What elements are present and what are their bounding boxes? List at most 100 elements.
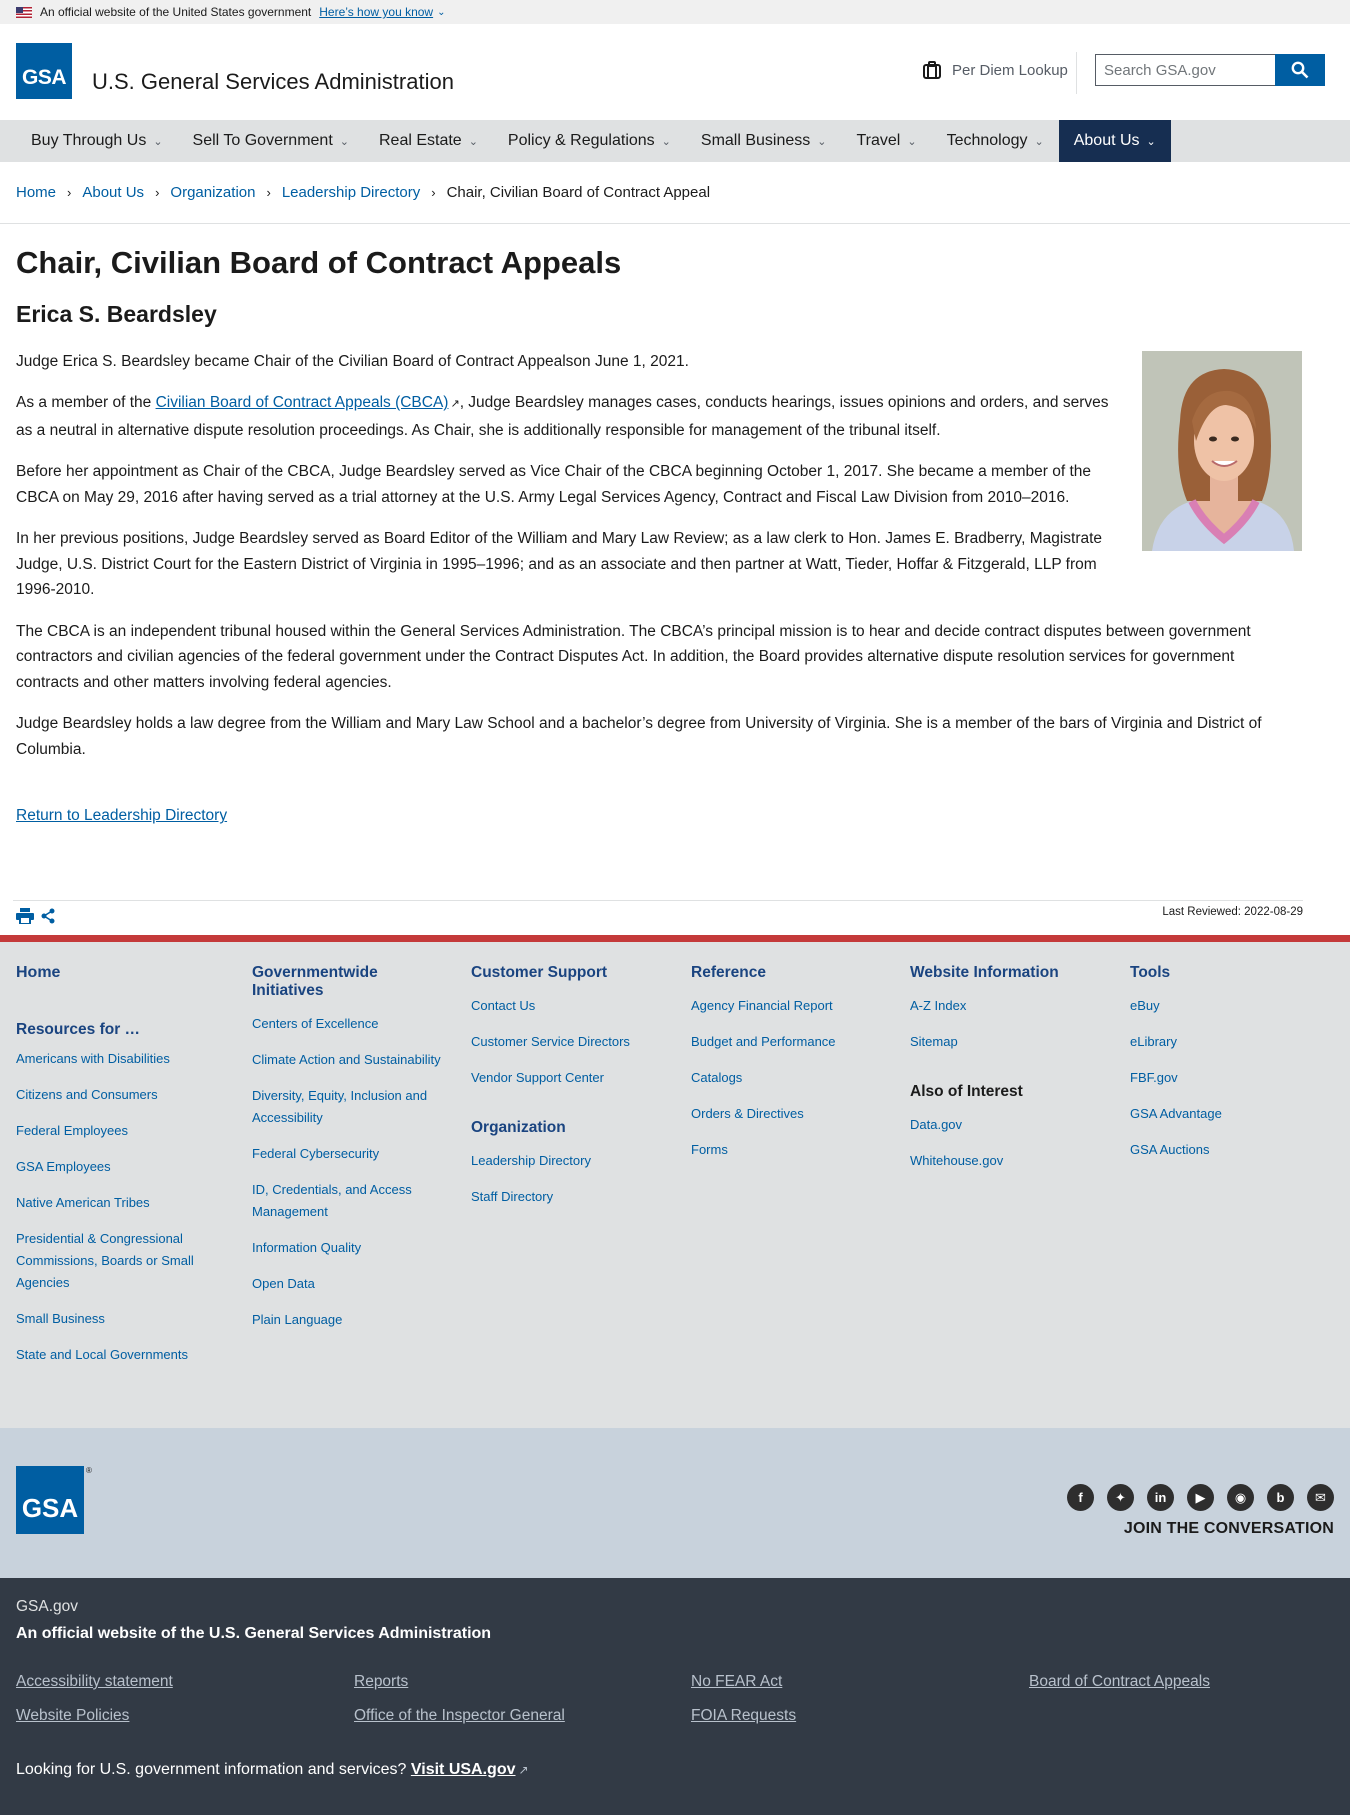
footer-link[interactable]: FBF.gov <box>1130 1067 1320 1089</box>
footer-link[interactable]: State and Local Governments <box>16 1344 216 1366</box>
footer-link[interactable]: Climate Action and Sustainability <box>252 1049 442 1071</box>
footer-link[interactable]: Federal Employees <box>16 1120 216 1142</box>
footer-link[interactable]: Forms <box>691 1139 881 1161</box>
linkedin-icon[interactable]: in <box>1147 1484 1174 1511</box>
organization-list: Leadership Directory Staff Directory <box>471 1150 661 1208</box>
footer-link[interactable]: GSA Employees <box>16 1156 216 1178</box>
nav-technology[interactable]: Technology ⌄ <box>932 120 1059 162</box>
resources-heading: Resources for … <box>16 1021 141 1038</box>
breadcrumb-about-us[interactable]: About Us <box>82 184 144 201</box>
footer-link[interactable]: GSA Auctions <box>1130 1139 1320 1161</box>
tools-list: eBuy eLibrary FBF.gov GSA Advantage GSA … <box>1130 995 1320 1161</box>
search-button[interactable] <box>1275 54 1325 86</box>
footer-col-website: Website Information A-Z Index Sitemap Al… <box>910 964 1100 1172</box>
facebook-icon[interactable]: f <box>1067 1484 1094 1511</box>
breadcrumb-organization[interactable]: Organization <box>170 184 255 201</box>
board-of-contract-appeals-link[interactable]: Board of Contract Appeals <box>1029 1673 1210 1691</box>
gov-banner: An official website of the United States… <box>0 0 1350 24</box>
site-title[interactable]: U.S. General Services Administration <box>92 69 454 95</box>
footer-link[interactable]: GSA Advantage <box>1130 1103 1320 1125</box>
footer-home-link[interactable]: Home <box>16 964 216 982</box>
footer-link[interactable]: Centers of Excellence <box>252 1013 442 1035</box>
gsa-logo[interactable]: GSA <box>16 43 72 99</box>
header-divider <box>1076 52 1077 94</box>
website-policies-link[interactable]: Website Policies <box>16 1707 129 1725</box>
instagram-icon[interactable]: ◉ <box>1227 1484 1254 1511</box>
resources-list: Americans with Disabilities Citizens and… <box>16 1048 216 1366</box>
interest-list: Data.gov Whitehouse.gov <box>910 1114 1100 1172</box>
footer-link[interactable]: Catalogs <box>691 1067 881 1089</box>
per-diem-lookup-link[interactable]: Per Diem Lookup <box>922 60 1068 80</box>
bio-paragraph-1: Judge Erica S. Beardsley became Chair of… <box>16 352 689 370</box>
footer-link[interactable]: Native American Tribes <box>16 1192 216 1214</box>
search-icon <box>1291 61 1309 79</box>
breadcrumb-home[interactable]: Home <box>16 184 56 201</box>
footer-link[interactable]: Small Business <box>16 1308 216 1330</box>
bio-paragraph-5: The CBCA is an independent tribunal hous… <box>16 622 1251 691</box>
twitter-icon[interactable]: ✦ <box>1107 1484 1134 1511</box>
no-fear-act-link[interactable]: No FEAR Act <box>691 1673 782 1691</box>
footer-link[interactable]: Citizens and Consumers <box>16 1084 216 1106</box>
footer-link[interactable]: Information Quality <box>252 1237 442 1259</box>
footer-link[interactable]: Whitehouse.gov <box>910 1150 1100 1172</box>
footer-link[interactable]: Staff Directory <box>471 1186 661 1208</box>
nav-label: Real Estate <box>378 132 462 149</box>
chevron-down-icon: ⌄ <box>907 135 917 148</box>
footer-link[interactable]: Americans with Disabilities <box>16 1048 216 1070</box>
footer-link[interactable]: eLibrary <box>1130 1031 1320 1053</box>
footer-link[interactable]: Customer Service Directors <box>471 1031 661 1053</box>
portrait-photo <box>1142 351 1302 551</box>
governmentwide-list: Centers of Excellence Climate Action and… <box>252 1013 442 1331</box>
also-of-interest-heading: Also of Interest <box>910 1083 1023 1100</box>
nav-policy-regulations[interactable]: Policy & Regulations ⌄ <box>493 120 686 162</box>
footer-link[interactable]: Orders & Directives <box>691 1103 881 1125</box>
footer-link[interactable]: Contact Us <box>471 995 661 1017</box>
gsa-gov-label[interactable]: GSA.gov <box>16 1598 78 1616</box>
cbca-link[interactable]: Civilian Board of Contract Appeals (CBCA… <box>156 394 449 411</box>
search-input[interactable] <box>1096 55 1275 85</box>
footer-link[interactable]: ID, Credentials, and Access Management <box>252 1179 442 1223</box>
footer-link[interactable]: Federal Cybersecurity <box>252 1143 442 1165</box>
footer-link[interactable]: eBuy <box>1130 995 1320 1017</box>
footer-link[interactable]: Vendor Support Center <box>471 1067 661 1089</box>
accessibility-statement-link[interactable]: Accessibility statement <box>16 1673 173 1691</box>
return-to-leadership-directory-link[interactable]: Return to Leadership Directory <box>16 807 227 824</box>
footer-link[interactable]: Budget and Performance <box>691 1031 881 1053</box>
nav-travel[interactable]: Travel ⌄ <box>841 120 931 162</box>
foia-requests-link[interactable]: FOIA Requests <box>691 1707 796 1725</box>
inspector-general-link[interactable]: Office of the Inspector General <box>354 1707 565 1725</box>
footer-link[interactable]: A-Z Index <box>910 995 1100 1017</box>
bio-paragraph-6: Judge Beardsley holds a law degree from … <box>16 715 1262 758</box>
reports-link[interactable]: Reports <box>354 1673 408 1691</box>
nav-sell-to-government[interactable]: Sell To Government ⌄ <box>178 120 364 162</box>
blog-icon[interactable]: b <box>1267 1484 1294 1511</box>
footer-link[interactable]: Sitemap <box>910 1031 1100 1053</box>
chevron-right-icon: › <box>431 185 436 200</box>
footer-link[interactable]: Plain Language <box>252 1309 442 1331</box>
footer-gsa-logo[interactable]: GSA <box>16 1466 84 1534</box>
footer-col-support: Customer Support Contact Us Customer Ser… <box>471 964 661 1208</box>
reference-heading: Reference <box>691 964 766 981</box>
footer-col-tools: Tools eBuy eLibrary FBF.gov GSA Advantag… <box>1130 964 1320 1161</box>
chevron-right-icon: › <box>67 185 72 200</box>
nav-buy-through-us[interactable]: Buy Through Us ⌄ <box>16 120 178 162</box>
visit-usa-gov-link[interactable]: Visit USA.gov <box>411 1761 516 1778</box>
nav-real-estate[interactable]: Real Estate ⌄ <box>364 120 493 162</box>
youtube-icon[interactable]: ▶ <box>1187 1484 1214 1511</box>
chevron-down-icon[interactable]: ⌄ <box>437 7 445 18</box>
footer-link[interactable]: Diversity, Equity, Inclusion and Accessi… <box>252 1085 442 1129</box>
print-icon[interactable] <box>16 908 34 924</box>
share-icon[interactable] <box>40 908 56 924</box>
nav-about-us[interactable]: About Us ⌄ <box>1058 120 1171 162</box>
footer-link[interactable]: Open Data <box>252 1273 442 1295</box>
heres-how-you-know-link[interactable]: Here’s how you know <box>319 5 433 19</box>
footer-link[interactable]: Data.gov <box>910 1114 1100 1136</box>
footer-link[interactable]: Agency Financial Report <box>691 995 881 1017</box>
email-icon[interactable]: ✉ <box>1307 1484 1334 1511</box>
last-reviewed: Last Reviewed: 2022-08-29 <box>1162 906 1303 918</box>
footer-link[interactable]: Leadership Directory <box>471 1150 661 1172</box>
chevron-down-icon: ⌄ <box>153 135 163 148</box>
nav-small-business[interactable]: Small Business ⌄ <box>686 120 842 162</box>
footer-link[interactable]: Presidential & Congressional Commissions… <box>16 1228 216 1294</box>
breadcrumb-leadership-directory[interactable]: Leadership Directory <box>282 184 420 201</box>
